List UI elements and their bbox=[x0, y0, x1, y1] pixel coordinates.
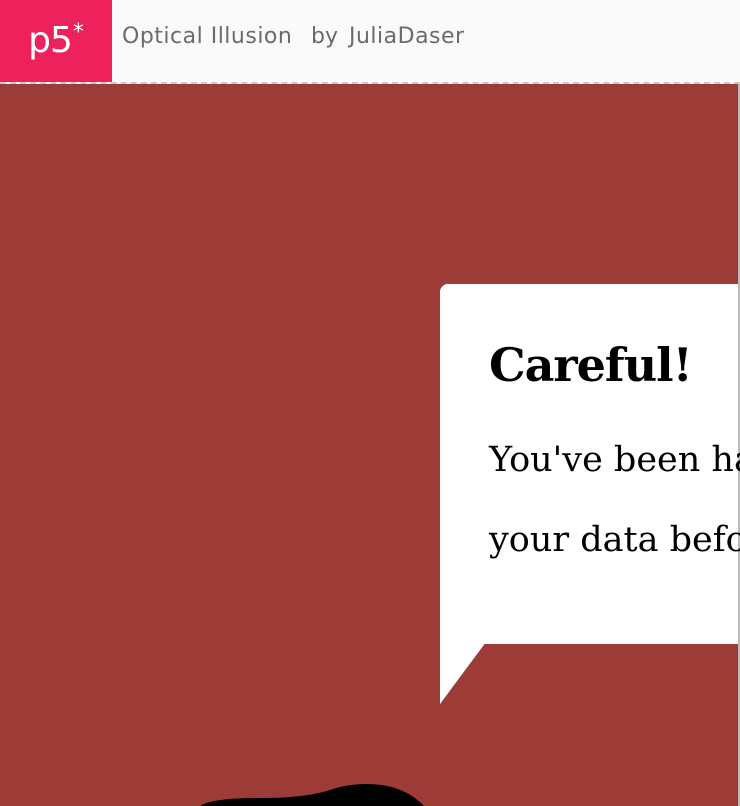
by-label: by bbox=[311, 24, 338, 49]
dialog-text-line: You've been ha bbox=[489, 440, 740, 480]
sketch-title: Optical Illusion bbox=[122, 24, 293, 49]
dialog-heading: Careful! bbox=[489, 338, 693, 392]
warning-dialog: Careful! You've been ha your data befo bbox=[440, 284, 740, 704]
speech-bubble: Careful! You've been ha your data befo bbox=[440, 284, 740, 644]
logo-star: * bbox=[72, 20, 84, 45]
speech-bubble-tail bbox=[440, 642, 486, 704]
top-bar: p5 * Optical Illusion by JuliaDaser bbox=[0, 0, 740, 84]
author-link[interactable]: JuliaDaser bbox=[349, 24, 465, 49]
p5-logo[interactable]: p5 * bbox=[0, 0, 112, 82]
dialog-text-line: your data befo bbox=[489, 520, 740, 560]
sketch-canvas-shape bbox=[200, 784, 424, 806]
logo-text: p5 bbox=[28, 20, 73, 61]
